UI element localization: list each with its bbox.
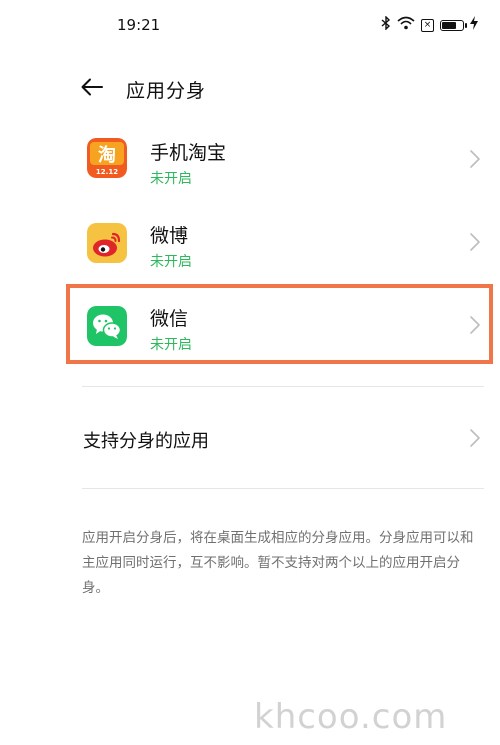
app-item-taobao[interactable]: 淘 12.12 手机淘宝 未开启 (0, 118, 500, 200)
chevron-right-icon (468, 148, 482, 170)
taobao-icon-subtext: 12.12 (96, 168, 118, 176)
app-status-wechat: 未开启 (150, 337, 192, 353)
status-time: 19:21 (117, 16, 161, 34)
description-text: 应用开启分身后，将在桌面生成相应的分身应用。分身应用可以和主应用同时运行，互不影… (82, 530, 474, 596)
divider (82, 488, 484, 489)
watermark: khcoo.com (254, 697, 448, 737)
weibo-icon (87, 223, 127, 263)
taobao-icon: 淘 12.12 (87, 138, 127, 178)
app-item-weibo[interactable]: 微博 未开启 (0, 201, 500, 283)
page-title: 应用分身 (126, 80, 207, 102)
wifi-icon (397, 16, 415, 34)
status-icons: × (381, 15, 478, 34)
app-name-taobao: 手机淘宝 (150, 142, 227, 164)
status-bar: 19:21 × (0, 0, 500, 50)
supported-apps-label: 支持分身的应用 (83, 431, 209, 452)
close-box-icon: × (421, 18, 434, 32)
chevron-right-icon (468, 231, 482, 253)
app-item-wechat[interactable]: 微信 未开启 (0, 284, 500, 366)
wechat-icon (87, 306, 127, 346)
taobao-icon-glyph: 淘 (98, 144, 116, 166)
battery-icon (440, 19, 467, 31)
app-name-weibo: 微博 (150, 225, 189, 247)
arrow-left-icon[interactable] (80, 74, 106, 100)
header: 应用分身 (0, 68, 500, 112)
bluetooth-icon (381, 15, 391, 34)
chevron-right-icon (468, 314, 482, 336)
app-status-weibo: 未开启 (150, 254, 192, 270)
app-status-taobao: 未开启 (150, 171, 192, 187)
divider (82, 386, 484, 387)
chevron-right-icon (468, 427, 482, 449)
supported-apps-row[interactable]: 支持分身的应用 (0, 410, 500, 466)
charging-icon (470, 16, 478, 34)
app-name-wechat: 微信 (150, 308, 189, 330)
